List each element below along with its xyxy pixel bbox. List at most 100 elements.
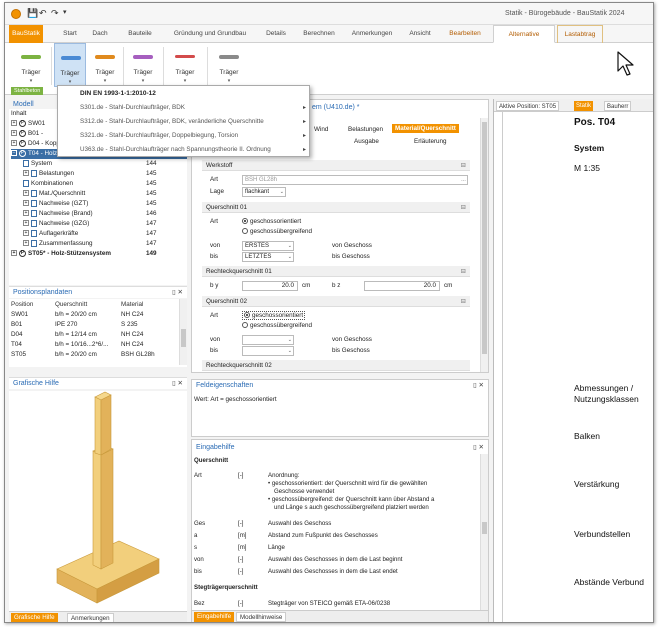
app-logo-icon[interactable] [11, 9, 21, 19]
section-werkstoff[interactable]: Werkstoff ⊟ [202, 160, 470, 171]
table-cell[interactable]: b/h = 20/20 cm [55, 351, 97, 358]
radio-geschossorientiert-1[interactable]: geschossorientiert [242, 218, 301, 225]
pin-close-icons[interactable]: ▯ ✕ [473, 442, 484, 454]
table-cell[interactable]: NH C24 [121, 331, 143, 338]
document-icon [31, 209, 37, 217]
table-cell[interactable]: NH C24 [121, 311, 143, 318]
menu-item-s301[interactable]: S301.de - Stahl-Durchlaufträger, BDK ▸ [80, 101, 306, 115]
more-icon[interactable]: … [461, 176, 466, 184]
traeger-button-5[interactable]: Träger ▾ [169, 43, 201, 87]
tab-erlaeuterung[interactable]: Erläuterung [414, 138, 447, 145]
section-querschnitt-01[interactable]: Querschnitt 01 ⊟ [202, 202, 470, 213]
tab-bauherr[interactable]: Bauherr [604, 101, 632, 111]
traeger-button-3[interactable]: Träger ▾ [89, 43, 121, 87]
von-select-2[interactable]: ⌄ [242, 335, 294, 345]
tab-aktive-position[interactable]: Aktive Position: ST05 [496, 101, 560, 111]
tab-grafische-hilfe[interactable]: Grafische Hilfe [11, 613, 58, 622]
table-cell[interactable]: BSH GL28h [121, 351, 155, 358]
collapse-icon[interactable]: ⊟ [461, 202, 466, 213]
eingabehilfe-scrollbar[interactable] [480, 454, 488, 610]
tab-start[interactable]: Start [57, 25, 83, 43]
pin-close-icons[interactable]: ▯ ✕ [473, 380, 484, 392]
eingabehilfe-panel: Eingabehilfe ▯ ✕ Querschnitt Art [-] Ano… [191, 439, 489, 622]
table-cell[interactable]: ST05 [11, 351, 26, 358]
tab-baustatik[interactable]: BauStatik [9, 25, 43, 43]
tab-anmerkungen[interactable]: Anmerkungen [347, 25, 397, 43]
redo-icon[interactable]: ↷ [51, 8, 59, 19]
bz-input[interactable]: 20.0 [364, 281, 440, 291]
save-icon[interactable]: 💾 [27, 8, 38, 19]
eingabehilfe-header: Eingabehilfe ▯ ✕ [192, 442, 488, 454]
lage-select[interactable]: flachkant ⌄ [242, 187, 286, 197]
table-cell[interactable]: b/h = 10/16...2*6/... [55, 341, 108, 348]
table-cell[interactable]: B01 [11, 321, 22, 328]
tab-details[interactable]: Details [259, 25, 293, 43]
pin-close-icons[interactable]: ▯ ✕ [172, 287, 183, 299]
ribbon-separator [51, 47, 52, 85]
tree-subitem[interactable]: + Nachweise (GZG) 147 [23, 219, 187, 229]
bis-select-2[interactable]: ⌄ [242, 346, 294, 356]
tab-belastungen[interactable]: Belastungen [348, 126, 383, 133]
quick-access-dropdown-icon[interactable]: ▾ [63, 8, 67, 16]
table-cell[interactable]: S 235 [121, 321, 137, 328]
material-input[interactable]: BSH GL28h… [242, 175, 468, 185]
radio-geschossorientiert-2[interactable]: geschossorientiert [242, 311, 306, 320]
section-rechteck-02[interactable]: Rechteckquerschnitt 02 [202, 360, 470, 371]
tab-dach[interactable]: Dach [87, 25, 113, 43]
traeger-button-1[interactable]: Träger ▾ [15, 43, 47, 87]
menu-item-s321[interactable]: S321.de - Stahl-Durchlaufträger, Doppelb… [80, 129, 306, 143]
tree-subitem[interactable]: System 144 [23, 159, 187, 169]
tree-subitem[interactable]: + Belastungen 145 [23, 169, 187, 179]
pin-close-icons[interactable]: ▯ ✕ [172, 378, 183, 390]
traeger-button-2[interactable]: Träger ▾ [54, 43, 86, 87]
tab-anmerkungen-panel[interactable]: Anmerkungen [67, 613, 114, 622]
radio-geschossuebergreifend-1[interactable]: geschossübergreifend [242, 228, 312, 235]
by-input[interactable]: 20.0 [242, 281, 298, 291]
tree-subitem[interactable]: + Nachweise (Brand) 146 [23, 209, 187, 219]
document-preview-panel: Aktive Position: ST05 Statik Bauherr Pos… [493, 99, 653, 622]
tree-subitem[interactable]: + Auflagerkräfte 147 [23, 229, 187, 239]
tab-berechnen[interactable]: Berechnen [299, 25, 339, 43]
table-cell[interactable]: b/h = 12/14 cm [55, 331, 97, 338]
collapse-icon[interactable]: ⊟ [461, 266, 466, 277]
tree-subitem[interactable]: + Zusammenfassung 147 [23, 239, 187, 249]
traeger-button-6[interactable]: Träger ▾ [213, 43, 245, 87]
radio-geschossuebergreifend-2[interactable]: geschossübergreifend [242, 322, 312, 329]
tab-statik[interactable]: Statik [574, 101, 594, 111]
tab-lastabtrag[interactable]: Lastabtrag [557, 25, 603, 43]
table-cell[interactable]: SW01 [11, 311, 28, 318]
tab-eingabehilfe[interactable]: Eingabehilfe [194, 612, 235, 622]
table-cell[interactable]: D04 [11, 331, 23, 338]
tree-subitem[interactable]: + Nachweise (GZT) 145 [23, 199, 187, 209]
feldeigenschaften-panel: Feldeigenschaften ▯ ✕ Wert: Art = gescho… [191, 379, 489, 437]
tab-ausgabe[interactable]: Ausgabe [354, 138, 379, 145]
table-cell[interactable]: NH C24 [121, 341, 143, 348]
menu-item-u363[interactable]: U363.de - Stahl-Durchlaufträger nach Spa… [80, 143, 306, 157]
tab-gruendung[interactable]: Gründung und Grundbau [167, 25, 253, 43]
collapse-icon[interactable]: ⊟ [461, 160, 466, 171]
editor-scrollbar[interactable] [480, 118, 488, 372]
tab-material-querschnitt[interactable]: Material/Querschnitt [392, 124, 459, 133]
tab-bearbeiten[interactable]: Bearbeiten [443, 25, 487, 43]
tab-ansicht[interactable]: Ansicht [403, 25, 437, 43]
von-select-1[interactable]: ERSTES ⌄ [242, 241, 294, 251]
table-cell[interactable]: T04 [11, 341, 22, 348]
table-scrollbar[interactable] [179, 299, 187, 365]
page-margin-line [502, 112, 503, 622]
collapse-icon[interactable]: ⊟ [461, 296, 466, 307]
undo-icon[interactable]: ↶ [39, 8, 47, 19]
traeger-button-4[interactable]: Träger ▾ [127, 43, 159, 87]
tab-wind[interactable]: Wind [314, 126, 328, 133]
tree-item[interactable]: + P ST05* - Holz-Stützensystem 149 [11, 249, 187, 259]
section-rechteck-01[interactable]: Rechteckquerschnitt 01 ⊟ [202, 266, 470, 277]
bis-select-1[interactable]: LETZTES ⌄ [242, 252, 294, 262]
section-querschnitt-02[interactable]: Querschnitt 02 ⊟ [202, 296, 470, 307]
tab-modellhinweise[interactable]: Modellhinweise [236, 612, 287, 622]
table-cell[interactable]: b/h = 20/20 cm [55, 311, 97, 318]
table-cell[interactable]: IPE 270 [55, 321, 77, 328]
tab-alternative[interactable]: Alternative [493, 25, 555, 43]
menu-item-s312[interactable]: S312.de - Stahl-Durchlaufträger, BDK, ve… [80, 115, 306, 129]
tab-bauteile[interactable]: Bauteile [123, 25, 157, 43]
tree-subitem[interactable]: + Mat./Querschnitt 145 [23, 189, 187, 199]
tree-subitem[interactable]: Kombinationen 145 [23, 179, 187, 189]
